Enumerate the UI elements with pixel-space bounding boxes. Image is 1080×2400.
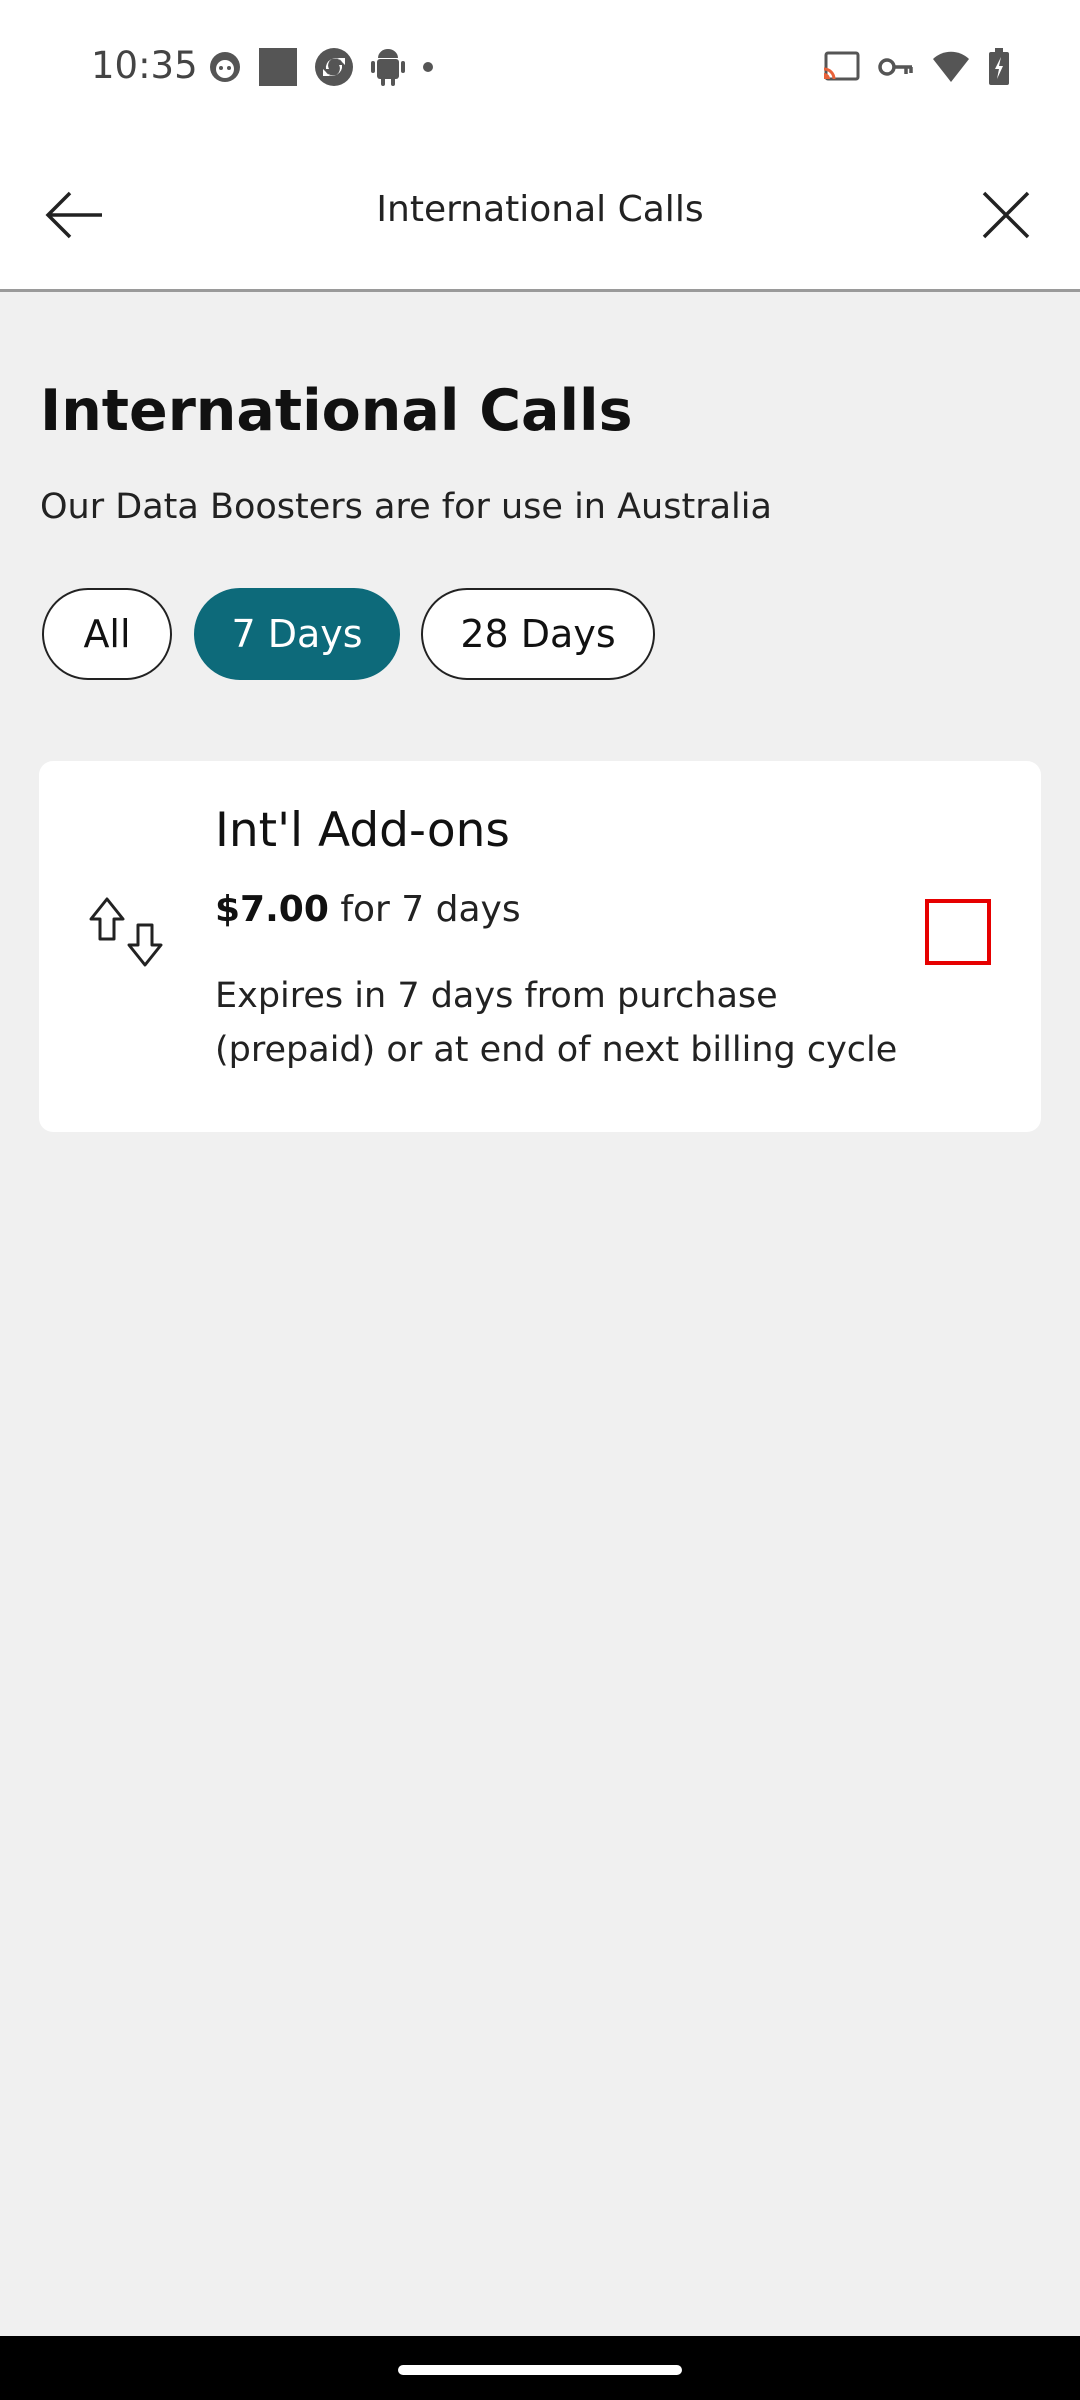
addon-select-checkbox[interactable] <box>925 899 991 965</box>
page-subtitle: Our Data Boosters are for use in Austral… <box>40 487 772 527</box>
app-bar-title: International Calls <box>376 189 704 230</box>
home-gesture-handle[interactable] <box>398 2365 682 2375</box>
notification-icons <box>208 44 434 90</box>
cast-icon <box>823 51 860 81</box>
swap-vertical-arrows-icon <box>89 897 163 967</box>
filter-chip-28-days[interactable]: 28 Days <box>421 588 655 680</box>
sync-notification-icon <box>315 48 353 86</box>
addon-price: $7.00 <box>215 889 329 930</box>
wifi-icon <box>933 51 969 82</box>
android-notification-icon <box>371 49 405 86</box>
status-time: 10:35 <box>91 44 198 87</box>
square-notification-icon <box>259 48 297 86</box>
addon-price-line: $7.00 for 7 days <box>215 889 521 930</box>
battery-charging-icon <box>989 48 1009 85</box>
addon-description: Expires in 7 days from purchase (prepaid… <box>215 976 898 1070</box>
filter-chip-all[interactable]: All <box>42 588 172 680</box>
page-title: International Calls <box>40 378 633 444</box>
dot-icon <box>423 62 433 72</box>
system-icons <box>822 44 1010 90</box>
cat-notification-icon <box>210 52 240 82</box>
status-bar: 10:35 <box>0 0 1080 135</box>
app-bar: International Calls <box>0 135 1080 292</box>
addon-title: Int'l Add-ons <box>215 803 510 858</box>
addon-price-suffix: for 7 days <box>328 889 521 930</box>
vpn-key-icon <box>878 58 913 76</box>
close-button[interactable] <box>976 185 1036 245</box>
addon-card[interactable]: Int'l Add-ons $7.00 for 7 days Expires i… <box>39 761 1041 1132</box>
filter-chip-7-days[interactable]: 7 Days <box>194 588 400 680</box>
